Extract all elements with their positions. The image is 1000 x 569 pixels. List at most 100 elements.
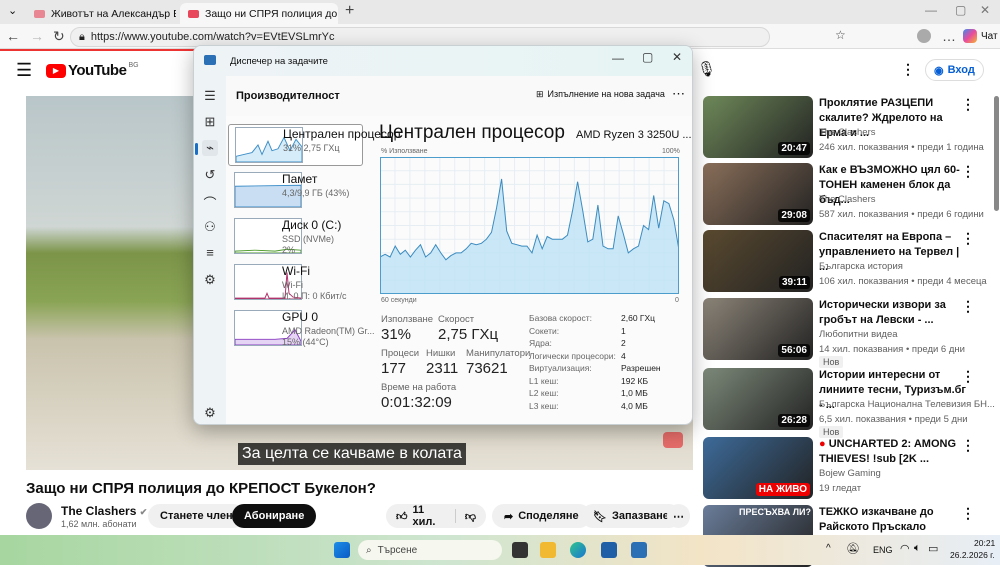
device-2[interactable]: Диск 0 (C:) SSD (NVMe) 2%	[228, 216, 363, 258]
channel-name[interactable]: The Clashers ✔	[61, 504, 147, 518]
clock-date[interactable]: 26.2.2026 г.	[950, 550, 995, 560]
device-1[interactable]: Памет 4,3/9,9 ГБ (43%)	[228, 170, 363, 212]
search-placeholder: Търсене	[377, 544, 418, 556]
video-title[interactable]: ● UNCHARTED 2: AMONG THIEVES! !sub [2K .…	[819, 437, 969, 467]
back-icon[interactable]: ←	[6, 28, 20, 44]
tab-1[interactable]: Животът на Александър Батенбе✕	[26, 3, 176, 24]
device-0[interactable]: Централен процесор 31% 2,75 ГХц	[228, 124, 400, 166]
more-icon[interactable]: …	[942, 28, 956, 44]
youtube-logo[interactable]: ▶ YouTube BG	[46, 62, 139, 79]
clock-time[interactable]: 20:21	[974, 538, 995, 548]
channel-name[interactable]: Българска история	[819, 261, 903, 272]
tab-2-active[interactable]: Защо ни СПРЯ полиция до КРЕП✕	[180, 3, 338, 24]
more-actions-button[interactable]: ⋯	[667, 504, 690, 528]
like-count[interactable]: 11 хил.	[413, 504, 446, 528]
forward-icon[interactable]: →	[30, 28, 44, 44]
channel-name[interactable]: Българска Национална Телевизия БН...	[819, 399, 995, 410]
settings-more-icon[interactable]: ⋮	[901, 61, 915, 78]
processes-icon[interactable]: ⊞	[202, 114, 218, 130]
maximize-icon[interactable]: ▢	[642, 50, 653, 64]
settings-icon[interactable]: ⚙	[202, 405, 218, 421]
recommended-video[interactable]: НА ЖИВО ● UNCHARTED 2: AMONG THIEVES! !su…	[703, 437, 995, 501]
channel-name[interactable]: Любопитни видеа	[819, 329, 898, 340]
language-indicator[interactable]: ENG	[873, 545, 893, 555]
battery-icon[interactable]: ▭	[928, 542, 938, 555]
channel-name[interactable]: The Clashers	[819, 194, 876, 205]
title-bar[interactable]: Диспечер на задачите — ▢ ✕	[194, 46, 692, 76]
like-icon[interactable]: 👍︎	[396, 510, 408, 523]
more-options-icon[interactable]: ⋮	[961, 368, 975, 385]
recommended-video[interactable]: 56:06 Исторически извори за гробът на Лев…	[703, 298, 995, 368]
recommended-video[interactable]: 20:47 Проклятие РАЗЦЕПИ скалите? Ждрелото…	[703, 96, 995, 160]
spec-label: L2 кеш:	[529, 388, 559, 398]
recommended-video[interactable]: 29:08 Как е ВЪЗМОЖНО цял 60-ТОНЕН каменен…	[703, 163, 995, 227]
refresh-icon[interactable]: ↻	[53, 28, 65, 45]
url-input[interactable]: 🔒︎ https://www.youtube.com/watch?v=EVtEVS…	[70, 27, 770, 47]
volume-icon[interactable]: 🔈︎	[914, 542, 921, 555]
video-title[interactable]: Исторически извори за гробът на Левски -…	[819, 298, 969, 328]
favorites-icon[interactable]: ☆	[835, 28, 846, 42]
share-button[interactable]: ➦ Споделяне	[492, 504, 591, 528]
video-thumbnail[interactable]: 29:08	[703, 163, 813, 225]
close-window-icon[interactable]: ✕	[980, 3, 990, 17]
more-options-icon[interactable]: ⋮	[961, 505, 975, 522]
recommended-video[interactable]: 39:11 Спасителят на Европа – управлението…	[703, 230, 995, 294]
start-icon[interactable]	[334, 542, 350, 558]
save-button[interactable]: 🔖︎ Запазване	[581, 504, 681, 528]
startup-icon[interactable]: ⌒	[202, 193, 218, 212]
tab-list-chevron-icon[interactable]: ⌄	[8, 4, 17, 17]
signin-button[interactable]: ◉ Вход	[925, 59, 984, 81]
taskbar-search[interactable]: ⌕ Търсене	[358, 540, 502, 560]
channel-name[interactable]: Bojew Gaming	[819, 468, 881, 479]
store-icon[interactable]	[601, 542, 617, 558]
more-options-icon[interactable]: ⋮	[961, 230, 975, 247]
channel-name[interactable]: The Clashers	[819, 127, 876, 138]
close-icon[interactable]: ✕	[672, 50, 682, 64]
video-thumbnail[interactable]: 39:11	[703, 230, 813, 292]
more-icon[interactable]: ⋯	[672, 86, 685, 102]
hamburger-icon[interactable]: ☰	[202, 88, 218, 104]
profile-avatar[interactable]	[917, 29, 931, 43]
tray-overflow-icon[interactable]: ^	[826, 543, 831, 554]
video-overlay-icon[interactable]	[663, 432, 683, 448]
more-options-icon[interactable]: ⋮	[961, 163, 975, 180]
device-3[interactable]: Wi-Fi Wi-Fi И: 0 П: 0 Кбит/с	[228, 262, 363, 304]
notifications-off-icon[interactable]: 🔕︎	[846, 542, 860, 555]
users-icon[interactable]: ⚇	[202, 219, 218, 235]
maximize-icon[interactable]: ▢	[955, 3, 966, 17]
more-options-icon[interactable]: ⋮	[961, 298, 975, 315]
device-4[interactable]: GPU 0 AMD Radeon(TM) Gr... 15% (44°C)	[228, 308, 375, 350]
minimize-icon[interactable]: —	[612, 51, 624, 65]
run-new-task-button[interactable]: ⊞ Изпълнение на нова задача	[536, 89, 665, 100]
video-thumbnail[interactable]: 56:06	[703, 298, 813, 360]
video-thumbnail[interactable]: 20:47	[703, 96, 813, 158]
dislike-icon[interactable]: 👎︎	[465, 510, 476, 523]
join-button[interactable]: Станете член	[148, 504, 245, 528]
new-tab-icon[interactable]: +	[345, 2, 354, 20]
video-title[interactable]: ТЕЖКО изкачване до Райското Пръскало	[819, 505, 969, 535]
edge-icon[interactable]	[570, 542, 586, 558]
scrollbar[interactable]	[994, 96, 999, 211]
video-thumbnail[interactable]: 26:28	[703, 368, 813, 430]
minimize-icon[interactable]: —	[925, 3, 937, 17]
chat-label[interactable]: Чат	[981, 31, 998, 42]
mic-icon[interactable]: 🎙︎	[697, 60, 716, 78]
wifi-icon[interactable]: ◠	[900, 542, 910, 555]
youtube-favicon-icon	[188, 9, 199, 18]
task-view-icon[interactable]	[512, 542, 528, 558]
app-history-icon[interactable]: ↺	[202, 167, 218, 183]
menu-icon[interactable]: ☰	[16, 60, 32, 81]
channel-avatar[interactable]	[26, 503, 52, 529]
more-options-icon[interactable]: ⋮	[961, 96, 975, 113]
device-sub-text: Wi-Fi	[282, 280, 303, 290]
copilot-icon[interactable]	[963, 29, 977, 43]
performance-icon[interactable]: ⌁	[202, 140, 218, 156]
services-icon[interactable]: ⚙	[202, 272, 218, 288]
more-options-icon[interactable]: ⋮	[961, 437, 975, 454]
video-thumbnail[interactable]: НА ЖИВО	[703, 437, 813, 499]
task-manager-taskbar-icon[interactable]	[631, 542, 647, 558]
subscribe-button[interactable]: Абониране	[232, 504, 317, 528]
recommended-video[interactable]: 26:28 Истории интересни от линиите тесни,…	[703, 368, 995, 438]
details-icon[interactable]: ≡	[202, 245, 218, 260]
file-explorer-icon[interactable]	[540, 542, 556, 558]
